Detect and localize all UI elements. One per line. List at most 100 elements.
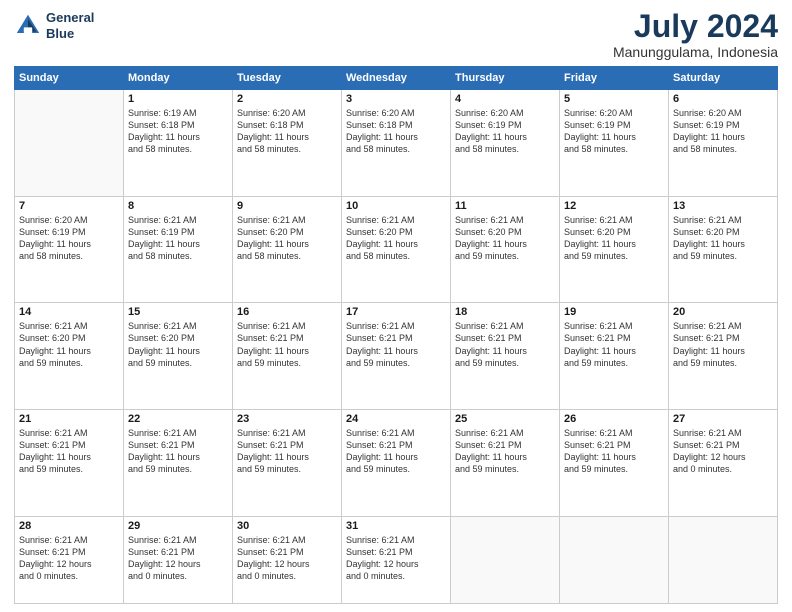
day-info: Sunrise: 6:21 AM Sunset: 6:21 PM Dayligh… (346, 320, 446, 369)
calendar-cell: 22 Sunrise: 6:21 AM Sunset: 6:21 PM Dayli… (124, 410, 233, 517)
day-info: Sunrise: 6:21 AM Sunset: 6:20 PM Dayligh… (237, 214, 337, 263)
day-info: Sunrise: 6:20 AM Sunset: 6:19 PM Dayligh… (673, 107, 773, 156)
calendar-cell: 31 Sunrise: 6:21 AM Sunset: 6:21 PM Dayli… (342, 516, 451, 603)
day-info: Sunrise: 6:21 AM Sunset: 6:21 PM Dayligh… (346, 427, 446, 476)
weekday-header-friday: Friday (560, 67, 669, 90)
day-info: Sunrise: 6:21 AM Sunset: 6:20 PM Dayligh… (673, 214, 773, 263)
day-info: Sunrise: 6:21 AM Sunset: 6:19 PM Dayligh… (128, 214, 228, 263)
logo-line1: General (46, 10, 94, 25)
day-info: Sunrise: 6:21 AM Sunset: 6:20 PM Dayligh… (346, 214, 446, 263)
calendar-cell: 28Sunrise: 6:21 AM Sunset: 6:21 PM Dayli… (15, 516, 124, 603)
day-info: Sunrise: 6:21 AM Sunset: 6:21 PM Dayligh… (346, 534, 446, 583)
logo: General Blue (14, 10, 94, 41)
calendar-cell: 13Sunrise: 6:21 AM Sunset: 6:20 PM Dayli… (669, 196, 778, 303)
logo-line2: Blue (46, 26, 74, 41)
calendar-cell: 2Sunrise: 6:20 AM Sunset: 6:18 PM Daylig… (233, 90, 342, 197)
day-number: 14 (19, 306, 119, 318)
week-row-3: 14 Sunrise: 6:21 AM Sunset: 6:20 PM Dayli… (15, 303, 778, 410)
day-info: Sunrise: 6:21 AM Sunset: 6:21 PM Dayligh… (673, 427, 773, 476)
day-number: 5 (564, 93, 664, 105)
day-number: 18 (455, 306, 555, 318)
month-title: July 2024 (613, 10, 778, 42)
day-info: Sunrise: 6:21 AM Sunset: 6:21 PM Dayligh… (237, 534, 337, 583)
day-number: 10 (346, 200, 446, 212)
week-row-1: 1 Sunrise: 6:19 AM Sunset: 6:18 PM Daylig… (15, 90, 778, 197)
day-info: Sunrise: 6:21 AM Sunset: 6:21 PM Dayligh… (19, 534, 119, 583)
day-number: 11 (455, 200, 555, 212)
week-row-2: 7 Sunrise: 6:20 AM Sunset: 6:19 PM Daylig… (15, 196, 778, 303)
calendar-cell: 17 Sunrise: 6:21 AM Sunset: 6:21 PM Dayli… (342, 303, 451, 410)
calendar-cell: 15 Sunrise: 6:21 AM Sunset: 6:20 PM Dayli… (124, 303, 233, 410)
day-number: 7 (19, 200, 119, 212)
calendar-cell: 11 Sunrise: 6:21 AM Sunset: 6:20 PM Dayli… (451, 196, 560, 303)
calendar-cell: 25 Sunrise: 6:21 AM Sunset: 6:21 PM Dayli… (451, 410, 560, 517)
day-info: Sunrise: 6:21 AM Sunset: 6:21 PM Dayligh… (564, 320, 664, 369)
day-number: 24 (346, 413, 446, 425)
day-number: 23 (237, 413, 337, 425)
day-info: Sunrise: 6:21 AM Sunset: 6:20 PM Dayligh… (564, 214, 664, 263)
calendar-cell: 9 Sunrise: 6:21 AM Sunset: 6:20 PM Daylig… (233, 196, 342, 303)
calendar-cell: 16Sunrise: 6:21 AM Sunset: 6:21 PM Dayli… (233, 303, 342, 410)
calendar-cell (669, 516, 778, 603)
day-info: Sunrise: 6:21 AM Sunset: 6:21 PM Dayligh… (237, 320, 337, 369)
day-number: 19 (564, 306, 664, 318)
day-number: 15 (128, 306, 228, 318)
weekday-header-thursday: Thursday (451, 67, 560, 90)
week-row-4: 21 Sunrise: 6:21 AM Sunset: 6:21 PM Dayli… (15, 410, 778, 517)
calendar-cell: 1 Sunrise: 6:19 AM Sunset: 6:18 PM Daylig… (124, 90, 233, 197)
calendar-cell: 24 Sunrise: 6:21 AM Sunset: 6:21 PM Dayli… (342, 410, 451, 517)
day-info: Sunrise: 6:21 AM Sunset: 6:21 PM Dayligh… (455, 427, 555, 476)
day-number: 12 (564, 200, 664, 212)
day-number: 30 (237, 520, 337, 532)
day-info: Sunrise: 6:21 AM Sunset: 6:21 PM Dayligh… (128, 427, 228, 476)
calendar-cell (451, 516, 560, 603)
day-number: 25 (455, 413, 555, 425)
day-number: 20 (673, 306, 773, 318)
day-info: Sunrise: 6:20 AM Sunset: 6:19 PM Dayligh… (455, 107, 555, 156)
calendar-cell: 7 Sunrise: 6:20 AM Sunset: 6:19 PM Daylig… (15, 196, 124, 303)
day-info: Sunrise: 6:21 AM Sunset: 6:21 PM Dayligh… (455, 320, 555, 369)
day-info: Sunrise: 6:20 AM Sunset: 6:19 PM Dayligh… (564, 107, 664, 156)
day-info: Sunrise: 6:19 AM Sunset: 6:18 PM Dayligh… (128, 107, 228, 156)
calendar-cell: 21Sunrise: 6:21 AM Sunset: 6:21 PM Dayli… (15, 410, 124, 517)
calendar-cell: 27 Sunrise: 6:21 AM Sunset: 6:21 PM Dayli… (669, 410, 778, 517)
calendar-cell: 23 Sunrise: 6:21 AM Sunset: 6:21 PM Dayli… (233, 410, 342, 517)
day-number: 17 (346, 306, 446, 318)
day-info: Sunrise: 6:21 AM Sunset: 6:21 PM Dayligh… (237, 427, 337, 476)
calendar-cell (15, 90, 124, 197)
day-info: Sunrise: 6:20 AM Sunset: 6:19 PM Dayligh… (19, 214, 119, 263)
page: General Blue July 2024 Manunggulama, Ind… (0, 0, 792, 612)
calendar-cell: 4 Sunrise: 6:20 AM Sunset: 6:19 PM Daylig… (451, 90, 560, 197)
calendar-cell: 30 Sunrise: 6:21 AM Sunset: 6:21 PM Dayli… (233, 516, 342, 603)
calendar-cell: 6 Sunrise: 6:20 AM Sunset: 6:19 PM Daylig… (669, 90, 778, 197)
day-number: 27 (673, 413, 773, 425)
day-number: 1 (128, 93, 228, 105)
header: General Blue July 2024 Manunggulama, Ind… (14, 10, 778, 60)
day-info: Sunrise: 6:21 AM Sunset: 6:20 PM Dayligh… (128, 320, 228, 369)
weekday-header-wednesday: Wednesday (342, 67, 451, 90)
calendar-cell: 14 Sunrise: 6:21 AM Sunset: 6:20 PM Dayli… (15, 303, 124, 410)
day-info: Sunrise: 6:21 AM Sunset: 6:20 PM Dayligh… (19, 320, 119, 369)
day-number: 9 (237, 200, 337, 212)
day-number: 3 (346, 93, 446, 105)
calendar-cell: 29Sunrise: 6:21 AM Sunset: 6:21 PM Dayli… (124, 516, 233, 603)
day-number: 21 (19, 413, 119, 425)
day-info: Sunrise: 6:21 AM Sunset: 6:20 PM Dayligh… (455, 214, 555, 263)
day-number: 2 (237, 93, 337, 105)
day-number: 26 (564, 413, 664, 425)
calendar-cell: 20 Sunrise: 6:21 AM Sunset: 6:21 PM Dayli… (669, 303, 778, 410)
day-info: Sunrise: 6:20 AM Sunset: 6:18 PM Dayligh… (346, 107, 446, 156)
calendar-cell: 12 Sunrise: 6:21 AM Sunset: 6:20 PM Dayli… (560, 196, 669, 303)
calendar-cell: 3 Sunrise: 6:20 AM Sunset: 6:18 PM Daylig… (342, 90, 451, 197)
day-number: 4 (455, 93, 555, 105)
calendar-table: SundayMondayTuesdayWednesdayThursdayFrid… (14, 66, 778, 604)
day-number: 22 (128, 413, 228, 425)
calendar-cell: 5 Sunrise: 6:20 AM Sunset: 6:19 PM Daylig… (560, 90, 669, 197)
calendar-cell: 19 Sunrise: 6:21 AM Sunset: 6:21 PM Dayli… (560, 303, 669, 410)
day-info: Sunrise: 6:21 AM Sunset: 6:21 PM Dayligh… (564, 427, 664, 476)
day-number: 31 (346, 520, 446, 532)
day-info: Sunrise: 6:21 AM Sunset: 6:21 PM Dayligh… (673, 320, 773, 369)
weekday-header-monday: Monday (124, 67, 233, 90)
calendar-cell (560, 516, 669, 603)
day-number: 6 (673, 93, 773, 105)
